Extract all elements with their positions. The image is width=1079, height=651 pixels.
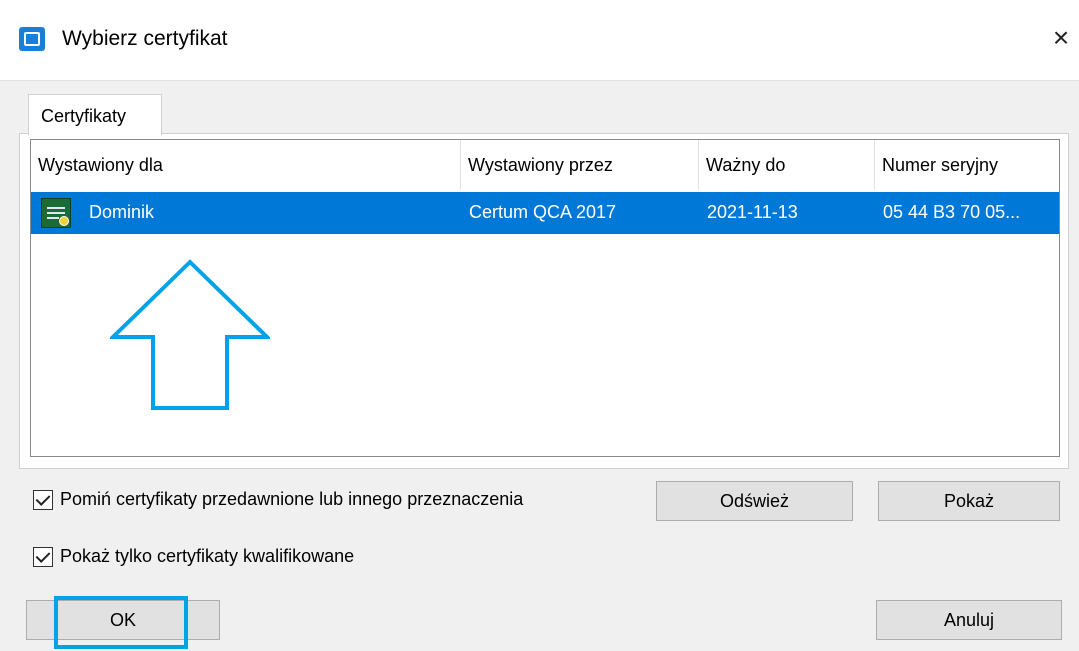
- qualified-only-label: Pokaż tylko certyfikaty kwalifikowane: [60, 546, 355, 566]
- tab-certificates[interactable]: Certyfikaty: [28, 94, 162, 135]
- title-bar: Wybierz certyfikat ×: [0, 0, 1079, 81]
- skip-expired-checkbox[interactable]: Pomiń certyfikaty przedawnione lub inneg…: [33, 489, 633, 513]
- tab-label: Certyfikaty: [41, 106, 127, 126]
- close-button[interactable]: ×: [1046, 21, 1076, 55]
- table-row[interactable]: Dominik Certum QCA 2017 2021-11-13 05 44…: [31, 192, 1059, 234]
- column-header-issued-to[interactable]: Wystawiony dla: [31, 140, 461, 190]
- certificate-icon: [41, 198, 71, 228]
- cell-serial: 05 44 B3 70 05...: [883, 202, 1021, 222]
- cell-issued-by: Certum QCA 2017: [469, 202, 617, 222]
- refresh-button[interactable]: Odśwież: [656, 481, 853, 521]
- checkbox-checked-icon[interactable]: [33, 547, 53, 567]
- skip-expired-label: Pomiń certyfikaty przedawnione lub inneg…: [60, 489, 524, 509]
- app-icon: [19, 27, 45, 51]
- cell-valid-to: 2021-11-13: [707, 202, 798, 222]
- column-header-issued-by[interactable]: Wystawiony przez: [461, 140, 699, 190]
- cancel-button[interactable]: Anuluj: [876, 600, 1062, 640]
- column-header-serial[interactable]: Numer seryjny: [875, 140, 1059, 190]
- select-certificate-dialog: Wybierz certyfikat × Certyfikaty Wystawi…: [0, 0, 1079, 651]
- qualified-only-checkbox[interactable]: Pokaż tylko certyfikaty kwalifikowane: [33, 546, 453, 570]
- cell-issued-to: Dominik: [89, 202, 155, 222]
- window-title: Wybierz certyfikat: [62, 27, 228, 50]
- checkbox-checked-icon[interactable]: [33, 490, 53, 510]
- ok-button-highlight: [54, 596, 188, 649]
- show-button[interactable]: Pokaż: [878, 481, 1060, 521]
- up-arrow-icon: [110, 259, 270, 410]
- column-header-valid-to[interactable]: Ważny do: [699, 140, 875, 190]
